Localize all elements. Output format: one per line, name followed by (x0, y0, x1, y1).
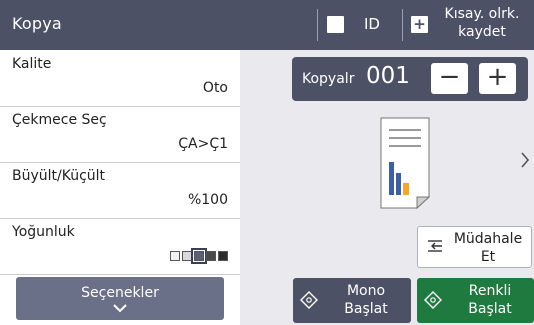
mono-start-button[interactable]: Mono Başlat (293, 278, 411, 323)
copy-screen: Kopya ID + Kısay. olrk. kaydet Kalite Ot… (0, 0, 534, 325)
chevron-down-icon (16, 301, 224, 317)
density-cell (182, 251, 192, 261)
chevron-right-icon[interactable] (520, 150, 530, 175)
id-copy-toggle[interactable]: ID (364, 15, 380, 33)
intervene-icon (426, 237, 444, 259)
save-shortcut-button[interactable]: Kısay. olrk. kaydet (432, 5, 532, 41)
setting-quality[interactable]: Kalite Oto (0, 50, 240, 107)
color-start-button[interactable]: Renkli Başlat (417, 278, 534, 323)
density-cell (218, 251, 228, 261)
density-cell-selected (191, 248, 207, 264)
start-diamond-icon (300, 291, 318, 313)
intervene-button[interactable]: Müdahale Et (417, 226, 532, 268)
header-divider (317, 9, 318, 41)
setting-value: Oto (202, 80, 228, 96)
setting-enlarge-reduce[interactable]: Büyült/Küçült %100 (0, 162, 240, 219)
shortcut-label-line2: kaydet (458, 24, 506, 40)
document-preview-icon (380, 117, 430, 209)
setting-label: Çekmece Seç (12, 112, 107, 128)
color-start-line1: Renkli (468, 283, 512, 299)
density-cell (170, 251, 180, 261)
setting-label: Kalite (12, 56, 52, 72)
color-start-line2: Başlat (468, 301, 512, 317)
preview-panel: Kopyalr 001 − + Müdahale Et Mono Başlat … (240, 50, 534, 325)
mono-start-line1: Mono (346, 283, 386, 299)
copies-control: Kopyalr 001 − + (292, 57, 528, 101)
intervene-label-line2: Et (480, 249, 496, 265)
mono-start-label: Mono Başlat (323, 282, 409, 318)
start-diamond-icon (424, 291, 442, 313)
header-divider (402, 9, 403, 41)
copies-label: Kopyalr (302, 71, 355, 87)
checkbox-icon[interactable] (327, 16, 344, 33)
increase-copies-button[interactable]: + (479, 63, 516, 94)
intervene-label: Müdahale Et (448, 230, 528, 266)
mono-start-line2: Başlat (344, 301, 388, 317)
setting-label: Büyült/Küçült (12, 168, 106, 184)
options-button[interactable]: Seçenekler (16, 277, 224, 320)
options-button-label: Seçenekler (81, 285, 159, 301)
setting-value: ÇA>Ç1 (178, 136, 228, 152)
intervene-label-line1: Müdahale (453, 231, 523, 247)
setting-tray-select[interactable]: Çekmece Seç ÇA>Ç1 (0, 106, 240, 163)
screen-title: Kopya (12, 14, 62, 33)
copies-value[interactable]: 001 (366, 63, 410, 89)
density-cell (206, 251, 216, 261)
color-start-label: Renkli Başlat (447, 282, 533, 318)
plus-square-icon[interactable]: + (411, 16, 428, 33)
header-bar: Kopya ID + Kısay. olrk. kaydet (0, 0, 534, 50)
shortcut-label-line1: Kısay. olrk. (444, 6, 520, 22)
setting-label: Yoğunluk (12, 224, 75, 240)
setting-density[interactable]: Yoğunluk (0, 218, 240, 275)
density-level-indicator (170, 248, 228, 264)
setting-value: %100 (187, 192, 228, 208)
decrease-copies-button[interactable]: − (431, 63, 468, 94)
